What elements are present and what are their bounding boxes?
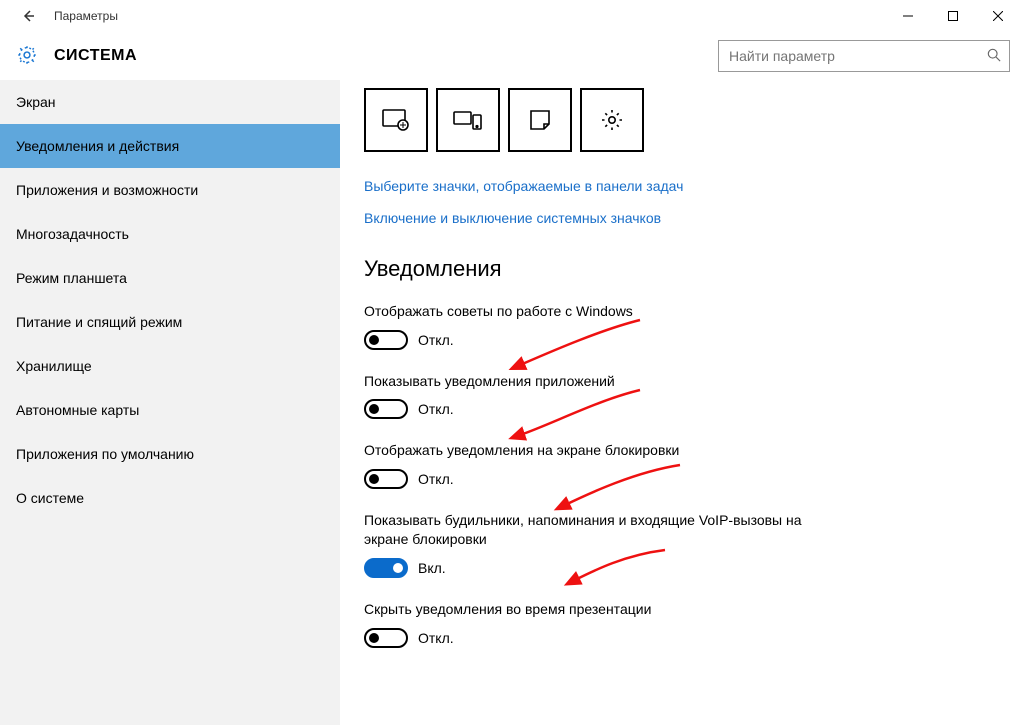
toggle-label: Отображать советы по работе с Windows <box>364 302 804 322</box>
toggle-knob <box>393 563 403 573</box>
search-input[interactable] <box>727 47 987 65</box>
toggle-label: Скрыть уведомления во время презентации <box>364 600 804 620</box>
maximize-button[interactable] <box>930 0 975 32</box>
toggle-state: Откл. <box>418 471 454 487</box>
toggle-state: Вкл. <box>418 560 446 576</box>
toggle-switch[interactable] <box>364 330 408 350</box>
quick-tile-settings[interactable] <box>580 88 644 152</box>
sidebar-item-default-apps[interactable]: Приложения по умолчанию <box>0 432 340 476</box>
toggle-state: Откл. <box>418 630 454 646</box>
toggle-switch[interactable] <box>364 399 408 419</box>
sidebar-item-label: Автономные карты <box>16 402 139 418</box>
toggle-label: Показывать будильники, напоминания и вхо… <box>364 511 804 550</box>
sidebar-item-tablet-mode[interactable]: Режим планшета <box>0 256 340 300</box>
sidebar-item-display[interactable]: Экран <box>0 80 340 124</box>
titlebar: Параметры <box>0 0 1020 32</box>
sidebar-item-power-sleep[interactable]: Питание и спящий режим <box>0 300 340 344</box>
close-button[interactable] <box>975 0 1020 32</box>
link-label: Включение и выключение системных значков <box>364 210 661 226</box>
connect-icon <box>453 109 483 131</box>
settings-icon <box>600 108 624 132</box>
notifications-heading: Уведомления <box>364 256 996 282</box>
search-box[interactable] <box>718 40 1010 72</box>
content-area: Выберите значки, отображаемые в панели з… <box>340 80 1020 725</box>
sidebar-item-multitasking[interactable]: Многозадачность <box>0 212 340 256</box>
sidebar-item-label: О системе <box>16 490 84 506</box>
sidebar-item-apps-features[interactable]: Приложения и возможности <box>0 168 340 212</box>
sidebar-item-label: Многозадачность <box>16 226 129 242</box>
sidebar-item-label: Режим планшета <box>16 270 127 286</box>
toggle-switch[interactable] <box>364 469 408 489</box>
window-controls <box>885 0 1020 32</box>
quick-tile-note[interactable] <box>508 88 572 152</box>
toggle-knob <box>369 404 379 414</box>
link-system-icons[interactable]: Включение и выключение системных значков <box>364 210 996 226</box>
sidebar-item-storage[interactable]: Хранилище <box>0 344 340 388</box>
page-title: СИСТЕМА <box>54 47 137 65</box>
toggle-label: Отображать уведомления на экране блокиро… <box>364 441 804 461</box>
back-arrow-icon <box>20 8 36 24</box>
header: СИСТЕМА <box>0 32 1020 80</box>
toggle-lockscreen-notifications: Отображать уведомления на экране блокиро… <box>364 441 804 489</box>
toggle-alarms-voip-lockscreen: Показывать будильники, напоминания и вхо… <box>364 511 804 578</box>
toggle-label: Показывать уведомления приложений <box>364 372 804 392</box>
quick-tile-connect[interactable] <box>436 88 500 152</box>
sidebar: Экран Уведомления и действия Приложения … <box>0 80 340 725</box>
back-button[interactable] <box>8 0 48 32</box>
toggle-state: Откл. <box>418 332 454 348</box>
sidebar-item-notifications[interactable]: Уведомления и действия <box>0 124 340 168</box>
sidebar-item-label: Уведомления и действия <box>16 138 179 154</box>
window-title: Параметры <box>48 9 118 23</box>
sidebar-item-label: Приложения и возможности <box>16 182 198 198</box>
sidebar-item-label: Экран <box>16 94 56 110</box>
minimize-icon <box>903 11 913 21</box>
toggle-knob <box>369 335 379 345</box>
toggle-switch[interactable] <box>364 628 408 648</box>
toggle-knob <box>369 633 379 643</box>
minimize-button[interactable] <box>885 0 930 32</box>
body: Экран Уведомления и действия Приложения … <box>0 80 1020 725</box>
content-scroll[interactable]: Выберите значки, отображаемые в панели з… <box>340 80 1020 725</box>
toggle-switch[interactable] <box>364 558 408 578</box>
quick-actions-row <box>364 88 996 152</box>
toggle-windows-tips: Отображать советы по работе с Windows От… <box>364 302 804 350</box>
search-icon <box>987 48 1001 65</box>
toggle-state: Откл. <box>418 401 454 417</box>
sidebar-item-label: Приложения по умолчанию <box>16 446 194 462</box>
link-label: Выберите значки, отображаемые в панели з… <box>364 178 683 194</box>
toggle-knob <box>369 474 379 484</box>
maximize-icon <box>948 11 958 21</box>
sidebar-item-about[interactable]: О системе <box>0 476 340 520</box>
note-icon <box>529 109 551 131</box>
toggle-hide-during-presentation: Скрыть уведомления во время презентации … <box>364 600 804 648</box>
sidebar-item-label: Питание и спящий режим <box>16 314 182 330</box>
quick-tile-tablet-mode[interactable] <box>364 88 428 152</box>
gear-icon <box>16 44 38 69</box>
sidebar-item-label: Хранилище <box>16 358 92 374</box>
link-taskbar-icons[interactable]: Выберите значки, отображаемые в панели з… <box>364 178 996 194</box>
sidebar-item-offline-maps[interactable]: Автономные карты <box>0 388 340 432</box>
tablet-mode-icon <box>382 109 410 131</box>
close-icon <box>993 11 1003 21</box>
toggle-app-notifications: Показывать уведомления приложений Откл. <box>364 372 804 420</box>
